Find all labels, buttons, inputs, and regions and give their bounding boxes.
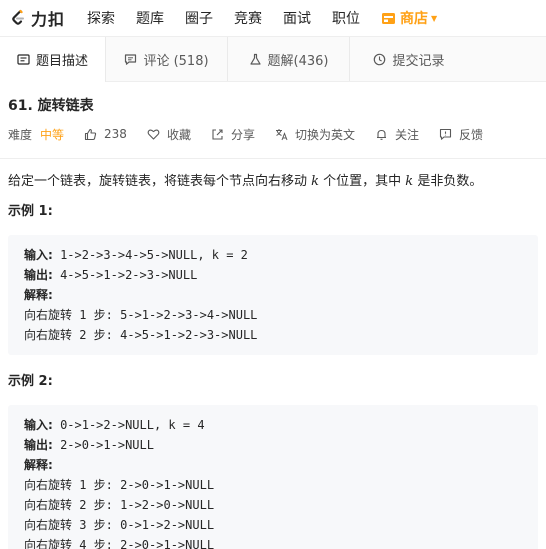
chevron-down-icon: ▼	[431, 13, 438, 23]
bell-icon	[376, 129, 386, 140]
example-2-step: 向右旋转 1 步: 2->0->1->NULL	[24, 478, 215, 492]
nav-item-contest[interactable]: 竞赛	[234, 8, 262, 28]
example-2-explain: 解释:	[24, 455, 522, 475]
heart-icon	[147, 129, 160, 140]
output-value: 2->0->1->NULL	[60, 438, 154, 452]
tab-solutions[interactable]: 题解(436)	[228, 37, 350, 81]
logo[interactable]: 力扣	[8, 6, 65, 30]
example-2-step: 向右旋转 3 步: 0->1->2->NULL	[24, 518, 215, 532]
example-1-explain: 解释:	[24, 285, 522, 305]
colon: :	[48, 268, 53, 282]
output-label: 输出	[24, 268, 49, 282]
problem-meta: 难度 中等 238 收藏 分享 切换为英文 关注 反馈	[8, 124, 538, 144]
nav-item-store[interactable]: 商店 ▼	[381, 8, 437, 28]
nav-item-explore[interactable]: 探索	[87, 8, 115, 28]
input-value: 0->1->2->NULL, k = 4	[60, 418, 205, 432]
translate-icon	[275, 128, 288, 140]
explain-label: 解释	[24, 288, 49, 302]
description-text: 给定一个链表，旋转链表，将链表每个节点向右移动	[8, 174, 312, 189]
like-count: 238	[104, 127, 127, 141]
example-2-output: 输出: 2->0->1->NULL	[24, 435, 522, 455]
translate-button[interactable]: 切换为英文	[275, 126, 355, 143]
nav-item-circle[interactable]: 圈子	[185, 8, 213, 28]
like-button[interactable]: 238	[84, 127, 127, 141]
example-1-input: 输入: 1->2->3->4->5->NULL, k = 2	[24, 245, 522, 265]
example-1-code: 输入: 1->2->3->4->5->NULL, k = 2 输出: 4->5-…	[8, 235, 538, 355]
output-label: 输出	[24, 438, 49, 452]
problem-description: 给定一个链表，旋转链表，将链表每个节点向右移动 k 个位置，其中 k 是非负数。	[8, 173, 538, 191]
colon: :	[48, 438, 53, 452]
output-value: 4->5->1->2->3->NULL	[60, 268, 198, 282]
description-text: 是非负数。	[413, 174, 483, 189]
variable-k: k	[405, 174, 414, 189]
example-1-step: 向右旋转 1 步: 5->1->2->3->4->NULL	[24, 308, 258, 322]
description-icon	[17, 54, 30, 65]
example-2-input: 输入: 0->1->2->NULL, k = 4	[24, 415, 522, 435]
tab-solutions-label: 题解(436)	[267, 53, 329, 69]
share-button[interactable]: 分享	[211, 126, 255, 143]
feedback-label: 反馈	[459, 127, 484, 142]
input-label: 输入	[24, 418, 49, 432]
nav-item-interview[interactable]: 面试	[283, 8, 311, 28]
example-2-title: 示例 2:	[8, 374, 53, 389]
share-label: 分享	[230, 127, 255, 142]
example-2-code: 输入: 0->1->2->NULL, k = 4 输出: 2->0->1->NU…	[8, 405, 538, 549]
favorite-button[interactable]: 收藏	[147, 126, 191, 143]
brand-name: 力扣	[31, 10, 66, 29]
share-icon	[212, 128, 223, 140]
tab-submissions-label: 提交记录	[392, 53, 445, 69]
feedback-icon	[439, 128, 452, 140]
follow-button[interactable]: 关注	[375, 126, 419, 143]
nav-item-jobs[interactable]: 职位	[332, 8, 360, 28]
colon: :	[48, 418, 53, 432]
example-1-output: 输出: 4->5->1->2->3->NULL	[24, 265, 522, 285]
thumbs-up-icon	[84, 128, 97, 140]
variable-k: k	[311, 174, 320, 189]
example-1-title: 示例 1:	[8, 204, 53, 219]
comment-icon	[125, 53, 137, 65]
tab-submissions[interactable]: 提交记录	[350, 37, 468, 81]
example-2-step: 向右旋转 2 步: 1->2->0->NULL	[24, 498, 215, 512]
input-label: 输入	[24, 248, 49, 262]
difficulty-value: 中等	[40, 127, 65, 142]
description-text: 个位置，其中	[319, 174, 406, 189]
tab-description-label: 题目描述	[35, 54, 88, 69]
difficulty: 难度 中等	[8, 126, 64, 143]
store-icon	[382, 12, 396, 24]
difficulty-label: 难度	[8, 127, 33, 142]
divider	[0, 158, 546, 159]
leetcode-logo-icon	[12, 9, 24, 25]
nav-item-problems[interactable]: 题库	[136, 8, 164, 28]
tab-comments-label: 评论 (518)	[143, 53, 209, 69]
feedback-button[interactable]: 反馈	[439, 126, 483, 143]
explain-label: 解释	[24, 458, 49, 472]
problem-content: 61. 旋转链表 难度 中等 238 收藏 分享 切换为英文 关注 反馈 给定一…	[0, 96, 546, 549]
example-2-step: 向右旋转 4 步: 2->0->1->NULL	[24, 538, 215, 549]
colon: :	[48, 248, 53, 262]
example-1-step: 向右旋转 2 步: 4->5->1->2->3->NULL	[24, 328, 258, 342]
input-value: 1->2->3->4->5->NULL, k = 2	[60, 248, 248, 262]
problem-tabs: 题目描述 评论 (518) 题解(436) 提交记录	[0, 36, 546, 82]
top-nav: 力扣 探索 题库 圈子 竞赛 面试 职位 商店 ▼	[0, 0, 546, 36]
translate-label: 切换为英文	[294, 127, 355, 142]
flask-icon	[249, 53, 261, 65]
store-label: 商店	[400, 11, 429, 27]
problem-title: 61. 旋转链表	[8, 98, 94, 114]
clock-icon	[374, 53, 386, 65]
colon: :	[48, 288, 53, 302]
tab-comments[interactable]: 评论 (518)	[106, 37, 228, 81]
tab-description[interactable]: 题目描述	[0, 37, 106, 82]
colon: :	[48, 458, 53, 472]
favorite-label: 收藏	[166, 127, 191, 142]
follow-label: 关注	[394, 127, 419, 142]
